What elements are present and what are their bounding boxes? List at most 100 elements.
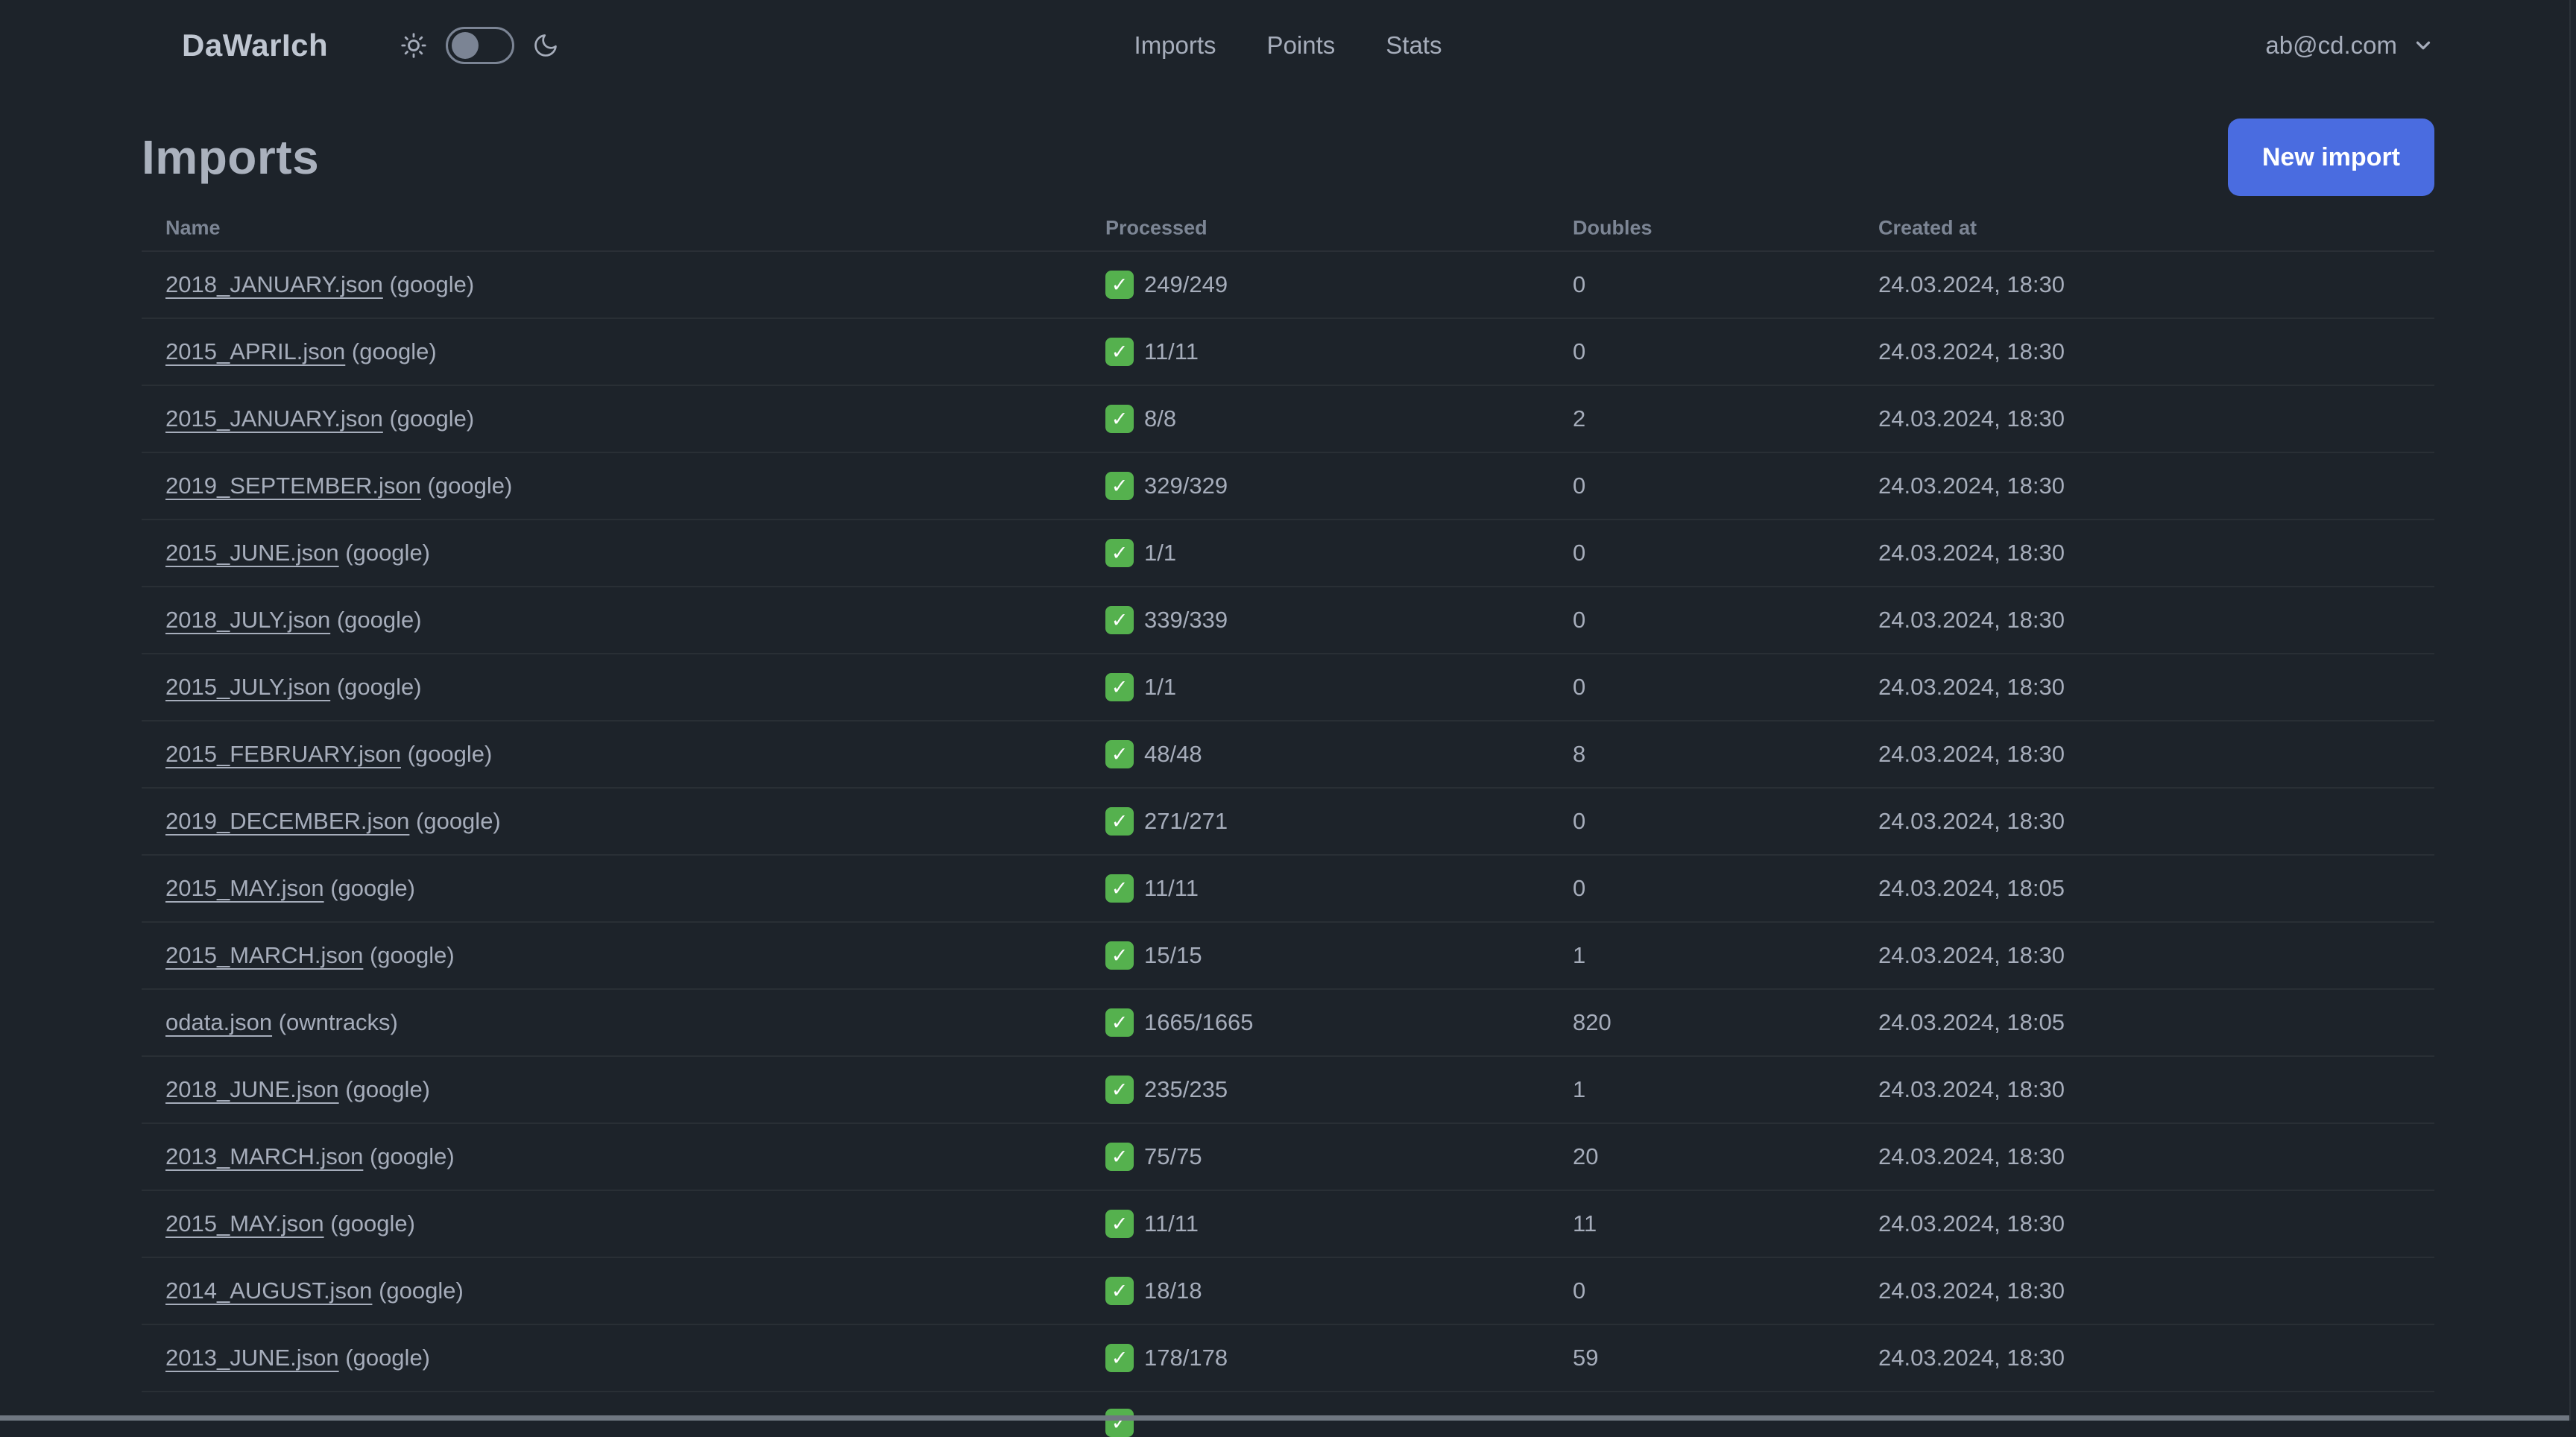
processed-count: 48/48	[1144, 741, 1202, 767]
import-file-link[interactable]: 2019_DECEMBER.json	[165, 808, 409, 834]
processed-count: 11/11	[1144, 338, 1199, 364]
check-emoji: ✓	[1105, 1076, 1134, 1104]
theme-toggle-knob	[452, 32, 479, 59]
brand-logo[interactable]: DaWarIch	[182, 28, 328, 63]
import-file-link[interactable]: 2015_MARCH.json	[165, 942, 363, 968]
table-row: 2018_JULY.json (google) ✓ 339/339 0 24.0…	[142, 587, 2434, 654]
nav-link-imports[interactable]: Imports	[1134, 31, 1216, 60]
import-file-link[interactable]: 2013_MARCH.json	[165, 1143, 363, 1169]
check-emoji: ✓	[1105, 1143, 1134, 1171]
check-emoji: ✓	[1105, 740, 1134, 768]
created-at: 24.03.2024, 18:30	[1878, 607, 2065, 633]
check-emoji: ✓	[1105, 1344, 1134, 1372]
doubles-count: 8	[1573, 741, 1586, 767]
table-row: 2019_SEPTEMBER.json (google) ✓ 329/329 0…	[142, 453, 2434, 520]
table-row: 2015_MARCH.json (google) ✓ 15/15 1 24.03…	[142, 923, 2434, 990]
column-header-processed: Processed	[1105, 216, 1208, 239]
imports-table-body: 2018_JANUARY.json (google) ✓ 249/249 0 2…	[142, 252, 2434, 1392]
import-file-link[interactable]: 2018_JULY.json	[165, 607, 330, 633]
import-source: (google)	[369, 1143, 455, 1169]
table-row: 2013_JUNE.json (google) ✓ 178/178 59 24.…	[142, 1325, 2434, 1392]
import-source: (google)	[345, 1345, 431, 1371]
processed-count: 1665/1665	[1144, 1009, 1254, 1035]
doubles-count: 0	[1573, 338, 1586, 364]
import-file-link[interactable]: 2018_JUNE.json	[165, 1076, 339, 1102]
theme-toggle	[400, 27, 559, 64]
imports-table: Name Processed Doubles Created at 2018_J…	[142, 206, 2434, 1392]
check-emoji: ✓	[1105, 271, 1134, 299]
import-file-link[interactable]: 2013_JUNE.json	[165, 1345, 339, 1371]
doubles-count: 0	[1573, 875, 1586, 901]
created-at: 24.03.2024, 18:30	[1878, 741, 2065, 767]
doubles-count: 0	[1573, 271, 1586, 297]
vertical-scrollbar[interactable]	[2569, 0, 2576, 1421]
check-emoji: ✓	[1105, 941, 1134, 970]
created-at: 24.03.2024, 18:05	[1878, 875, 2065, 901]
import-source: (owntracks)	[278, 1009, 398, 1035]
import-source: (google)	[345, 540, 431, 566]
processed-count: 235/235	[1144, 1076, 1228, 1102]
import-source: (google)	[369, 942, 455, 968]
table-row: 2015_MAY.json (google) ✓ 11/11 11 24.03.…	[142, 1191, 2434, 1258]
check-emoji: ✓	[1105, 673, 1134, 701]
page-header: Imports New import	[142, 118, 2434, 197]
import-source: (google)	[407, 741, 493, 767]
doubles-count: 0	[1573, 1277, 1586, 1304]
user-menu[interactable]: ab@cd.com	[2265, 31, 2434, 60]
check-emoji: ✓	[1105, 1008, 1134, 1037]
doubles-count: 0	[1573, 607, 1586, 633]
new-import-button[interactable]: New import	[2227, 119, 2434, 196]
created-at: 24.03.2024, 18:05	[1878, 1009, 2065, 1035]
table-row: 2014_AUGUST.json (google) ✓ 18/18 0 24.0…	[142, 1258, 2434, 1325]
import-file-link[interactable]: 2018_JANUARY.json	[165, 271, 383, 297]
nav-link-stats[interactable]: Stats	[1386, 31, 1442, 60]
doubles-count: 2	[1573, 405, 1586, 432]
moon-icon	[534, 34, 558, 57]
import-file-link[interactable]: 2015_MAY.json	[165, 875, 324, 901]
import-file-link[interactable]: 2015_JUNE.json	[165, 540, 339, 566]
import-file-link[interactable]: 2015_JULY.json	[165, 674, 330, 700]
doubles-count: 820	[1573, 1009, 1611, 1035]
import-file-link[interactable]: 2014_AUGUST.json	[165, 1277, 372, 1304]
doubles-count: 0	[1573, 808, 1586, 834]
nav-link-points[interactable]: Points	[1267, 31, 1336, 60]
check-emoji: ✓	[1105, 472, 1134, 500]
import-source: (google)	[336, 674, 422, 700]
processed-count: 11/11	[1144, 875, 1199, 901]
import-file-link[interactable]: 2015_MAY.json	[165, 1210, 324, 1237]
doubles-count: 1	[1573, 942, 1586, 968]
import-source: (google)	[427, 473, 513, 499]
processed-count: 8/8	[1144, 405, 1177, 432]
created-at: 24.03.2024, 18:30	[1878, 473, 2065, 499]
table-row: 2015_JANUARY.json (google) ✓ 8/8 2 24.03…	[142, 386, 2434, 453]
table-row: 2015_FEBRUARY.json (google) ✓ 48/48 8 24…	[142, 721, 2434, 789]
import-file-link[interactable]: odata.json	[165, 1009, 272, 1035]
check-emoji: ✓	[1105, 1277, 1134, 1305]
table-row: 2013_MARCH.json (google) ✓ 75/75 20 24.0…	[142, 1124, 2434, 1191]
doubles-count: 1	[1573, 1076, 1586, 1102]
theme-toggle-switch[interactable]	[446, 27, 515, 64]
processed-count: 249/249	[1144, 271, 1228, 297]
check-emoji: ✓	[1105, 874, 1134, 903]
doubles-count: 11	[1573, 1210, 1597, 1237]
processed-count: 271/271	[1144, 808, 1228, 834]
import-file-link[interactable]: 2015_JANUARY.json	[165, 405, 383, 432]
processed-count: 329/329	[1144, 473, 1228, 499]
check-emoji: ✓	[1105, 338, 1134, 366]
doubles-count: 59	[1573, 1345, 1599, 1371]
created-at: 24.03.2024, 18:30	[1878, 674, 2065, 700]
table-row: 2018_JUNE.json (google) ✓ 235/235 1 24.0…	[142, 1057, 2434, 1124]
created-at: 24.03.2024, 18:30	[1878, 1210, 2065, 1237]
created-at: 24.03.2024, 18:30	[1878, 405, 2065, 432]
created-at: 24.03.2024, 18:30	[1878, 1277, 2065, 1304]
created-at: 24.03.2024, 18:30	[1878, 808, 2065, 834]
check-emoji: ✓	[1105, 807, 1134, 836]
import-file-link[interactable]: 2015_FEBRUARY.json	[165, 741, 401, 767]
table-row: 2019_DECEMBER.json (google) ✓ 271/271 0 …	[142, 789, 2434, 856]
check-emoji: ✓	[1105, 606, 1134, 634]
import-file-link[interactable]: 2019_SEPTEMBER.json	[165, 473, 421, 499]
horizontal-scrollbar[interactable]	[0, 1415, 2576, 1421]
doubles-count: 20	[1573, 1143, 1599, 1169]
import-source: (google)	[330, 1210, 415, 1237]
import-file-link[interactable]: 2015_APRIL.json	[165, 338, 345, 364]
